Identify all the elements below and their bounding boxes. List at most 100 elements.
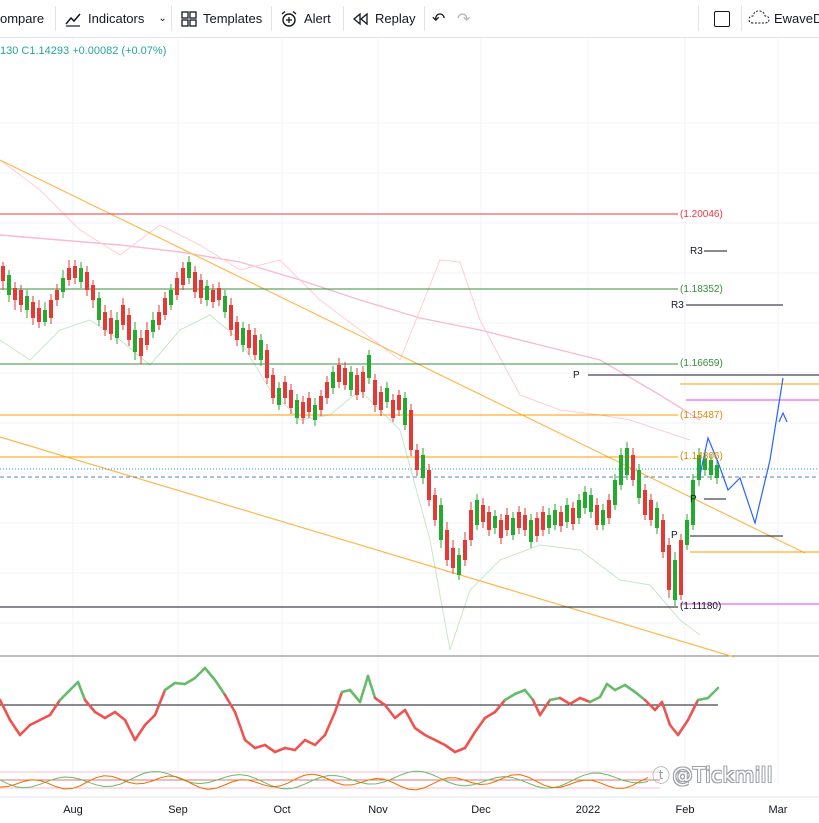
rsi-line-segment (253, 743, 267, 750)
candle-body (709, 460, 713, 475)
candle-body (289, 390, 293, 408)
alert-label: Alert (304, 11, 331, 26)
rsi-line-segment (483, 710, 497, 720)
candle-body (643, 490, 647, 515)
candle-body (13, 288, 17, 300)
candle-body (541, 512, 545, 530)
fullscreen-button[interactable] (714, 0, 730, 37)
month-label-aug: Aug (63, 804, 83, 816)
candle-body (427, 470, 431, 500)
month-label-2022: 2022 (575, 804, 601, 816)
candle-body (115, 320, 119, 338)
candle-body (37, 308, 41, 322)
tickmill-watermark: ⓣ @Tickmill (652, 762, 773, 788)
candle-body (601, 510, 605, 525)
rsi-line-segment (58, 688, 72, 702)
candle-body (247, 330, 251, 348)
rsi-line-segment (163, 681, 177, 692)
toolbar-divider (171, 6, 172, 31)
undo-icon: ↶ (432, 10, 446, 28)
candle-body (145, 330, 149, 345)
chevron-down-icon[interactable]: ⌄ (158, 13, 166, 24)
candle-body (217, 288, 221, 300)
rsi-line-segment (273, 746, 287, 754)
rsi-line-segment (113, 710, 127, 722)
candle-body (445, 530, 449, 560)
toolbar-divider (55, 6, 56, 31)
candle-body (481, 505, 485, 522)
candle-body (631, 455, 635, 480)
candle-body (307, 398, 311, 412)
rsi-line-segment (76, 680, 87, 702)
candle-body (169, 290, 173, 305)
candle-body (85, 272, 89, 290)
candle-body (73, 266, 77, 278)
replay-label: Replay (375, 11, 416, 26)
candle-body (1, 266, 5, 281)
compare-button[interactable]: ompare (0, 0, 44, 37)
pivot-r3-upper-label: R3 (690, 246, 703, 257)
level-label-6: (1.11180) (680, 601, 722, 612)
rsi-line-segment (123, 718, 137, 742)
tickmill-logo-icon: ⓣ (652, 766, 671, 787)
candle-body (103, 312, 107, 330)
candle-body (505, 515, 509, 530)
candle-body (229, 305, 233, 330)
toolbar-divider (741, 6, 742, 31)
candle-body (385, 388, 389, 402)
level-label-1: (1.20046) (680, 209, 723, 220)
save-layout-button[interactable]: EwaveD (748, 0, 819, 37)
rsi-line-segment (493, 698, 507, 714)
candle-body (31, 302, 35, 318)
toolbar-divider (424, 6, 425, 31)
candle-body (163, 298, 167, 315)
candle-body (331, 372, 335, 388)
candle-body (625, 448, 629, 475)
rsi-line-segment (568, 696, 582, 706)
alert-button[interactable]: Alert (280, 0, 331, 37)
candle-body (187, 262, 191, 278)
pivot-p-mid-label: P (690, 494, 697, 505)
upper-band-line (0, 159, 691, 441)
rsi-line-segment (68, 680, 80, 692)
rsi-line-segment (696, 696, 710, 702)
indicators-button[interactable]: Indicators ⌄ (64, 0, 167, 37)
candle-body (499, 520, 503, 538)
rsi-line-segment (523, 688, 535, 702)
rsi-line-segment (93, 710, 107, 720)
candle-body (343, 368, 347, 385)
candle-body (313, 405, 317, 420)
candle-body (571, 508, 575, 524)
rsi-line-segment (103, 710, 117, 720)
month-label-oct: Oct (273, 804, 291, 816)
candle-body (193, 272, 197, 292)
rsi-line-segment (531, 698, 542, 717)
rsi-line-segment (588, 695, 602, 704)
templates-button[interactable]: Templates (181, 0, 262, 37)
rsi-line-segment (333, 690, 344, 714)
rsi-line-segment (463, 730, 477, 750)
candle-body (421, 455, 425, 478)
candle-body (469, 510, 473, 540)
candle-body (181, 268, 185, 285)
candle-body (235, 322, 239, 340)
candle-body (667, 545, 671, 590)
candle-body (637, 470, 641, 498)
rsi-line-segment (48, 698, 62, 717)
candle-body (547, 515, 551, 528)
rsi-line-segment (313, 733, 327, 747)
watermark-text: @Tickmill (672, 763, 773, 787)
candle-body (487, 512, 491, 530)
rsi-line-segment (233, 710, 247, 742)
rsi-line-segment (293, 738, 307, 752)
candle-body (253, 335, 257, 355)
redo-button[interactable]: ↷ (457, 0, 470, 37)
rsi-line-segment (393, 708, 407, 720)
candle-body (391, 400, 395, 418)
candle-body (583, 492, 587, 508)
replay-button[interactable]: Replay (353, 0, 415, 37)
candle-body (457, 555, 461, 575)
undo-button[interactable]: ↶ (432, 0, 445, 37)
candle-body (337, 365, 341, 382)
pivot-p-upper-label: P (573, 370, 580, 381)
